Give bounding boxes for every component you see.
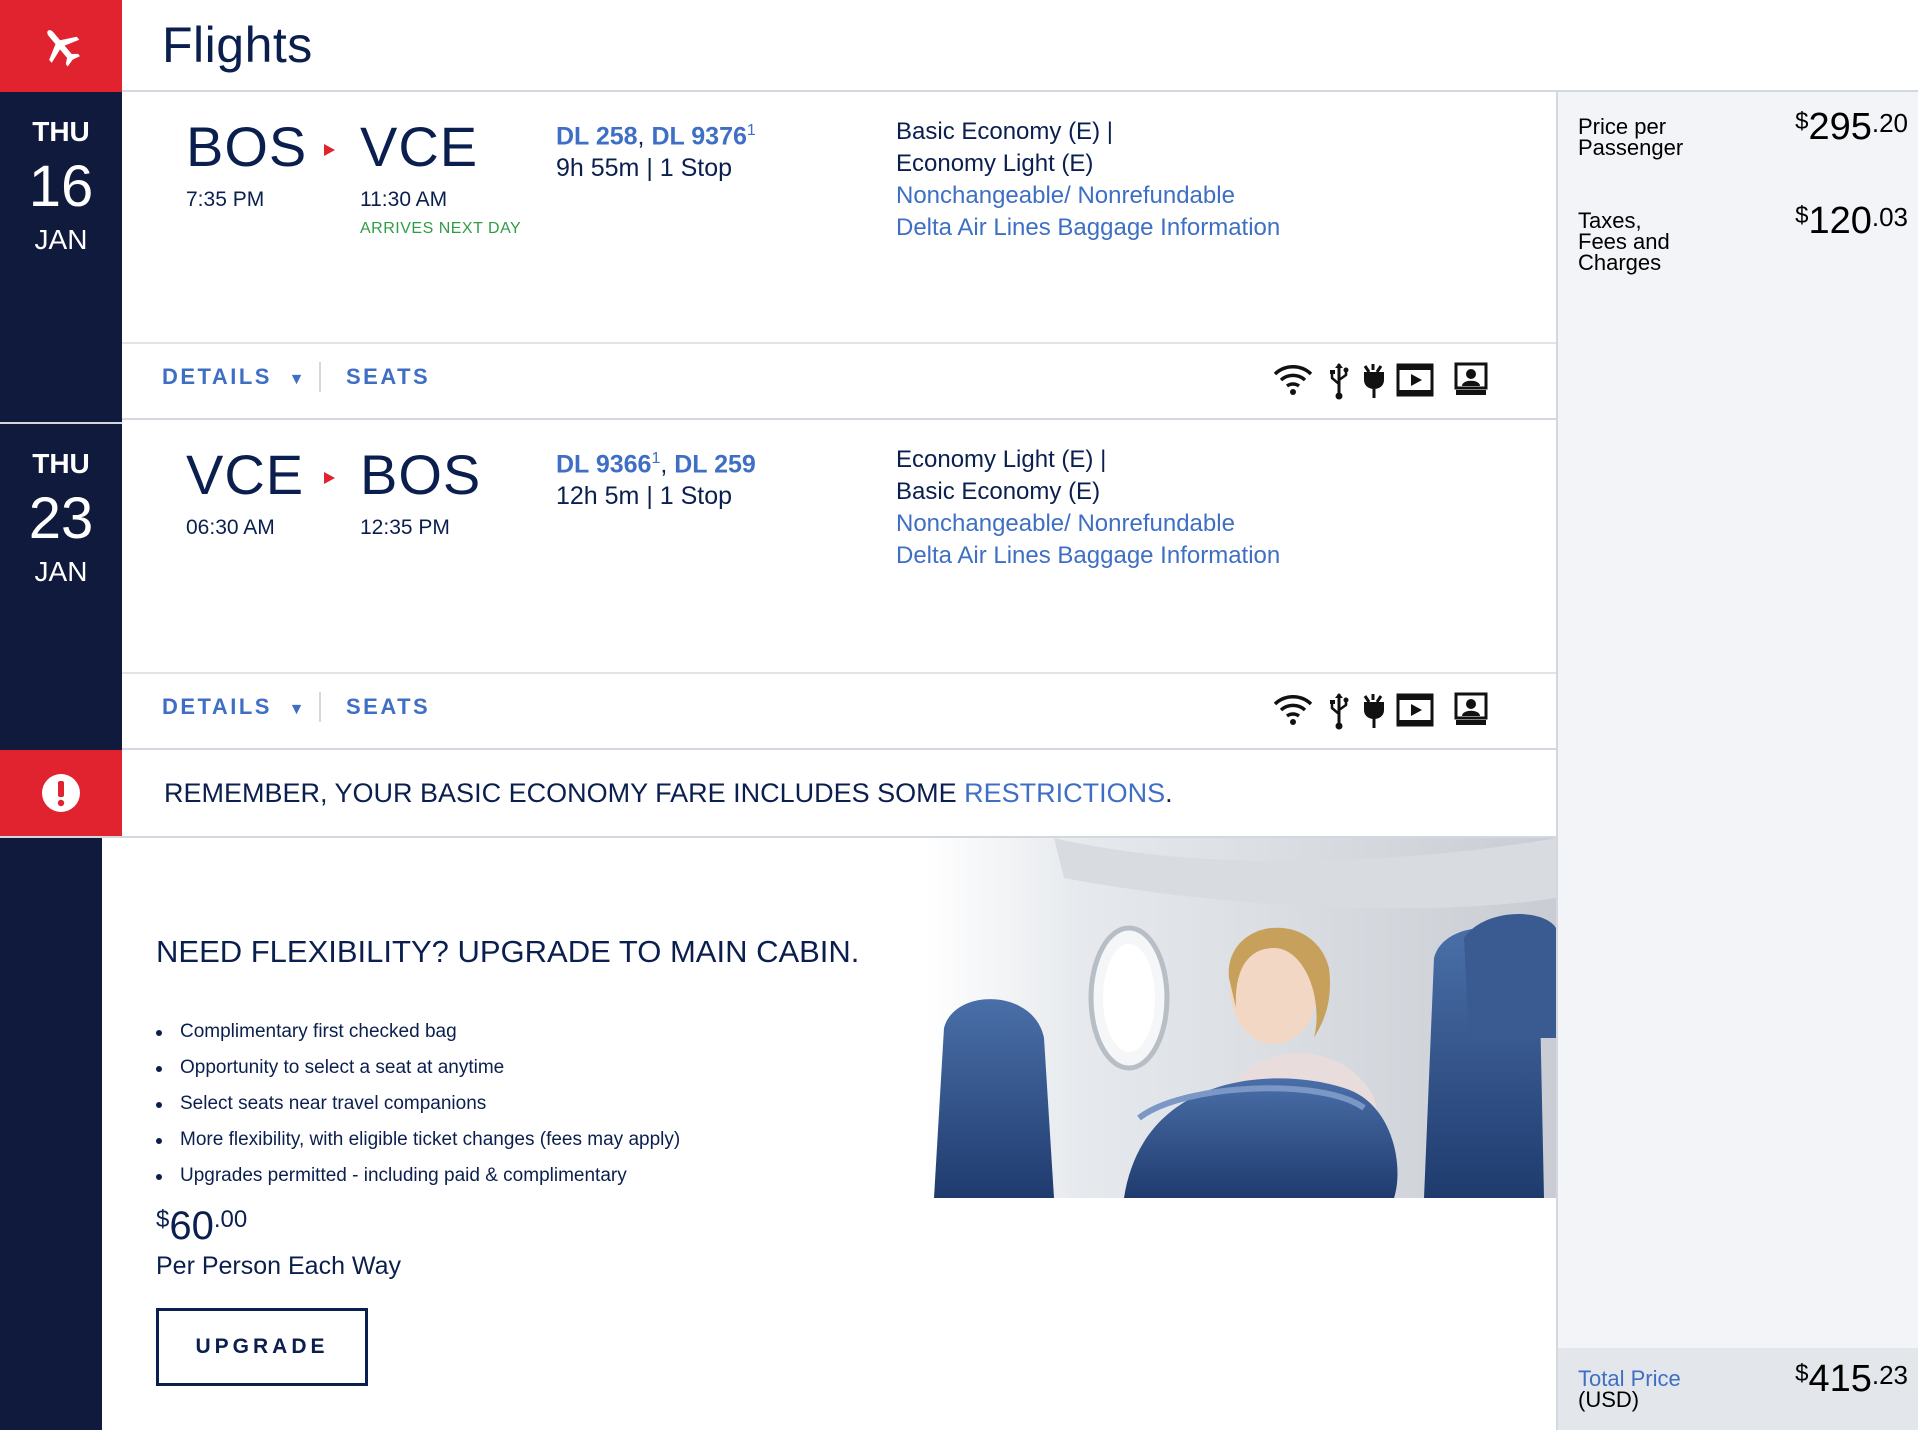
alert-message: REMEMBER, YOUR BASIC ECONOMY FARE INCLUD… [164,778,1173,808]
footnote-marker: 1 [651,450,661,467]
personal-screen-icon [1454,692,1488,725]
list-item: Opportunity to select a seat at anytime [156,1050,680,1086]
flight-numbers: DL 93661, DL 259 [556,450,756,479]
flight-number-link[interactable]: DL 9376 [651,122,746,150]
upgrade-price-note: Per Person Each Way [156,1252,402,1280]
price-summary-sidebar: Price per Passenger $295.20 Taxes, Fees … [1556,92,1918,1430]
flight-card-outbound: BOS 7:35 PM VCE 11:30 AM ARRIVES NEXT DA… [122,92,1556,422]
price-per-passenger-row: Price per Passenger $295.20 [1578,106,1908,160]
page-title: Flights [162,17,313,73]
divider [319,362,321,392]
airplane-icon [47,30,80,67]
restrictions-link[interactable]: RESTRICTIONS [964,778,1165,808]
list-item: Select seats near travel companions [156,1086,680,1122]
flight-number-link[interactable]: DL 9366 [556,450,651,478]
usb-icon [1330,363,1349,400]
destination-code: VCE [360,115,479,178]
details-toggle[interactable]: DETAILS ▼ [162,364,307,390]
total-price-box: Total Price (USD) $415.23 [1558,1348,1918,1430]
power-icon [1363,364,1384,398]
wifi-icon [1273,365,1313,395]
details-toggle[interactable]: DETAILS ▼ [162,694,307,720]
flight-duration: 12h 5m | 1 Stop [556,482,733,510]
date-day-of-week: THU [32,116,90,147]
fare-class-line: Economy Light (E) [896,150,1094,177]
flight-card-return: VCE 06:30 AM BOS 12:35 PM DL 93661, DL 2… [122,422,1556,750]
flight-numbers: DL 258, DL 93761 [556,122,756,151]
list-item: Complimentary first checked bag [156,1014,680,1050]
fare-class-line: Economy Light (E) | [896,446,1107,473]
seats-link[interactable]: SEATS [346,694,430,720]
date-column-outbound: THU 16 JAN [0,92,122,422]
page-header: Flights [0,0,1918,92]
arrives-next-day-note: ARRIVES NEXT DAY [360,220,522,237]
alert-icon-box [0,750,122,836]
nonrefundable-link[interactable]: Nonchangeable/ Nonrefundable [896,508,1280,540]
benefits-list: Complimentary first checked bag Opportun… [156,1014,680,1194]
cabin-photo [924,838,1556,1198]
list-item: More flexibility, with eligible ticket c… [156,1122,680,1158]
date-day-of-week: THU [32,448,90,479]
baggage-info-link[interactable]: Delta Air Lines Baggage Information [896,212,1280,244]
departure-time: 7:35 PM [186,188,265,211]
date-day: 16 [28,154,94,219]
flight-duration: 9h 55m | 1 Stop [556,154,733,182]
taxes-label: Taxes, Fees and Charges [1578,208,1670,275]
arrival-time: 11:30 AM [360,188,448,211]
divider [319,692,321,722]
usb-icon [1330,693,1349,730]
arrival-time: 12:35 PM [360,516,450,539]
flight-actions-bar: DETAILS ▼ SEATS [122,342,1556,420]
fare-info: Basic Economy (E) | Economy Light (E) No… [896,116,1280,244]
power-icon [1363,694,1384,728]
flight-number-link[interactable]: DL 258 [556,122,638,150]
personal-screen-icon [1454,362,1488,395]
route-arrow-icon [324,144,335,156]
caret-down-icon: ▼ [288,371,307,388]
date-month: JAN [34,556,88,587]
price-per-passenger-value: $295.20 [1795,106,1908,148]
total-price-row: Total Price (USD) $415.23 [1578,1358,1908,1411]
baggage-info-link[interactable]: Delta Air Lines Baggage Information [896,540,1280,572]
footnote-marker: 1 [746,122,756,139]
date-column-return: THU 23 JAN [0,422,122,750]
route-arrow-icon [324,472,335,484]
list-item: Upgrades permitted - including paid & co… [156,1158,680,1194]
flight-number-link[interactable]: DL 259 [674,450,756,478]
date-day: 23 [28,486,94,551]
total-price-value: $415.23 [1795,1358,1908,1400]
wifi-icon [1273,695,1313,725]
departure-time: 06:30 AM [186,516,275,539]
origin-code: VCE [186,443,305,506]
upgrade-promo: NEED FLEXIBILITY? UPGRADE TO MAIN CABIN.… [102,838,1556,1430]
upgrade-side-bar [0,838,102,1430]
upgrade-button[interactable]: UPGRADE [156,1308,368,1386]
video-icon [1396,693,1434,727]
restrictions-alert: REMEMBER, YOUR BASIC ECONOMY FARE INCLUD… [0,750,1556,838]
seats-link[interactable]: SEATS [346,364,430,390]
total-price-label[interactable]: Total Price (USD) [1578,1368,1738,1411]
price-per-passenger-label: Price per Passenger [1578,114,1684,160]
header-icon-box [0,0,122,92]
destination-code: BOS [360,443,482,506]
exclamation-icon [42,774,80,812]
flight-actions-bar: DETAILS ▼ SEATS [122,672,1556,750]
caret-down-icon: ▼ [288,701,307,718]
video-icon [1396,363,1434,397]
fare-class-line: Basic Economy (E) [896,478,1101,505]
fare-class-line: Basic Economy (E) | [896,118,1113,145]
nonrefundable-link[interactable]: Nonchangeable/ Nonrefundable [896,180,1280,212]
fare-info: Economy Light (E) | Basic Economy (E) No… [896,444,1280,572]
taxes-row: Taxes, Fees and Charges $120.03 [1578,200,1908,275]
upgrade-headline: NEED FLEXIBILITY? UPGRADE TO MAIN CABIN. [156,934,860,969]
date-month: JAN [34,224,88,255]
origin-code: BOS [186,115,308,178]
taxes-value: $120.03 [1795,200,1908,242]
upgrade-price: $60.00 [156,1204,248,1248]
